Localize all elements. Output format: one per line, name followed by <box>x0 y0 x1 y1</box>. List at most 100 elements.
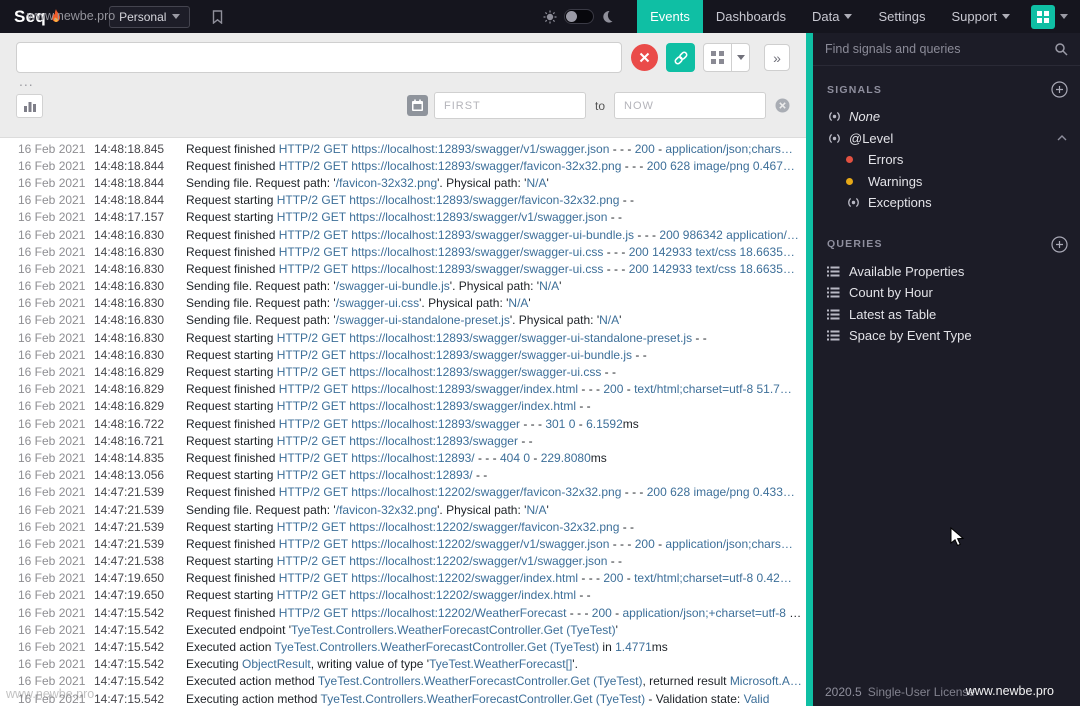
clear-filter-button[interactable] <box>631 44 658 71</box>
signal-icon <box>846 197 868 208</box>
filter-input[interactable] <box>16 42 622 73</box>
nav-dashboards[interactable]: Dashboards <box>703 0 799 33</box>
query-label: Space by Event Type <box>849 328 972 344</box>
event-time: 14:48:18.844 <box>94 175 165 190</box>
event-row[interactable]: 16 Feb 2021 14:48:13.056 Request starting … <box>0 467 806 484</box>
signal-item-exceptions[interactable]: Exceptions <box>813 192 1080 214</box>
toggle-knob <box>566 11 578 22</box>
event-row[interactable]: 16 Feb 2021 14:47:21.539 Sending file. Req… <box>0 501 806 518</box>
query-item-available-properties[interactable]: Available Properties <box>813 261 1080 283</box>
event-message: Request finished HTTP/2 GET https://loca… <box>186 536 793 551</box>
event-time: 14:48:16.830 <box>94 279 165 294</box>
query-label: Count by Hour <box>849 285 933 301</box>
nav-settings[interactable]: Settings <box>865 0 938 33</box>
event-time: 14:48:16.829 <box>94 365 165 380</box>
search-icon[interactable] <box>1054 42 1068 56</box>
event-row[interactable]: 16 Feb 2021 14:47:21.539 Request finished … <box>0 484 806 501</box>
event-row[interactable]: 16 Feb 2021 14:47:21.538 Request starting … <box>0 553 806 570</box>
event-row[interactable]: 16 Feb 2021 14:48:16.722 Request finished … <box>0 415 806 432</box>
event-row[interactable]: 16 Feb 2021 14:48:16.829 Request finished … <box>0 381 806 398</box>
signal-search-input[interactable] <box>825 42 1046 56</box>
right-sidebar: SIGNALS None @Level Errors Warnings Exceptio… <box>813 33 1080 706</box>
event-list[interactable]: 16 Feb 2021 14:48:18.845 Request finished … <box>0 138 806 706</box>
view-options-button[interactable] <box>732 43 750 72</box>
event-time: 14:48:16.830 <box>94 330 165 345</box>
range-from-input[interactable] <box>433 92 586 119</box>
chart-toggle-button[interactable] <box>16 93 43 118</box>
event-row[interactable]: 16 Feb 2021 14:48:16.830 Request finished … <box>0 243 806 260</box>
search-row: » <box>16 42 790 73</box>
event-row[interactable]: 16 Feb 2021 14:47:15.542 Request finished … <box>0 604 806 621</box>
event-row[interactable]: 16 Feb 2021 14:48:18.844 Sending file. Req… <box>0 174 806 191</box>
event-row[interactable]: 16 Feb 2021 14:48:16.830 Sending file. Req… <box>0 295 806 312</box>
add-signal-button[interactable] <box>1051 81 1068 98</box>
collapsed-histogram-toggle[interactable]: ... <box>19 74 790 88</box>
event-time: 14:47:21.539 <box>94 502 165 517</box>
event-date: 16 Feb 2021 <box>18 485 86 500</box>
signal-link-button[interactable] <box>666 43 695 72</box>
event-row[interactable]: 16 Feb 2021 14:47:19.650 Request finished … <box>0 570 806 587</box>
signal-item-warnings[interactable]: Warnings <box>813 171 1080 193</box>
event-row[interactable]: 16 Feb 2021 14:48:16.829 Request starting … <box>0 398 806 415</box>
signal-item-none[interactable]: None <box>813 106 1080 128</box>
add-query-button[interactable] <box>1051 235 1068 253</box>
event-row[interactable]: 16 Feb 2021 14:47:15.542 Executing ObjectR… <box>0 656 806 673</box>
event-message: Request starting HTTP/2 GET https://loca… <box>186 588 591 603</box>
query-table-icon <box>827 309 849 320</box>
query-item-latest-as-table[interactable]: Latest as Table <box>813 304 1080 326</box>
range-to-input[interactable] <box>614 92 766 119</box>
panel-splitter[interactable] <box>806 33 813 706</box>
event-row[interactable]: 16 Feb 2021 14:47:21.539 Request finished … <box>0 535 806 552</box>
event-row[interactable]: 16 Feb 2021 14:48:16.830 Sending file. Req… <box>0 312 806 329</box>
event-row[interactable]: 16 Feb 2021 14:47:15.542 Executed action m… <box>0 673 806 690</box>
event-message: Request starting HTTP/2 GET https://loca… <box>186 399 591 414</box>
event-row[interactable]: 16 Feb 2021 14:48:16.830 Request starting … <box>0 346 806 363</box>
event-time: 14:47:15.542 <box>94 605 165 620</box>
event-row[interactable]: 16 Feb 2021 14:48:18.844 Request finished … <box>0 157 806 174</box>
workspace-selector[interactable]: Personal <box>109 5 191 28</box>
bookmark-icon[interactable] <box>212 9 223 24</box>
dark-theme-icon[interactable] <box>601 10 613 23</box>
query-item-space-by-event-type[interactable]: Space by Event Type <box>813 325 1080 347</box>
event-row[interactable]: 16 Feb 2021 14:48:16.830 Request finished … <box>0 226 806 243</box>
collapse-icon[interactable] <box>1057 135 1067 141</box>
level-dot-icon <box>846 156 868 164</box>
event-row[interactable]: 16 Feb 2021 14:48:16.830 Request starting … <box>0 329 806 346</box>
event-row[interactable]: 16 Feb 2021 14:47:15.542 Executed endpoint… <box>0 621 806 638</box>
user-menu[interactable] <box>1031 4 1068 29</box>
event-row[interactable]: 16 Feb 2021 14:48:16.830 Request finished … <box>0 260 806 277</box>
event-row[interactable]: 16 Feb 2021 14:48:17.157 Request starting … <box>0 209 806 226</box>
event-row[interactable]: 16 Feb 2021 14:48:18.844 Request starting … <box>0 192 806 209</box>
event-row[interactable]: 16 Feb 2021 14:47:15.542 Executed action T… <box>0 638 806 655</box>
event-row[interactable]: 16 Feb 2021 14:48:16.721 Request starting … <box>0 432 806 449</box>
queries-header-row: QUERIES <box>827 235 1068 253</box>
view-grid-button[interactable] <box>703 43 732 72</box>
event-row[interactable]: 16 Feb 2021 14:48:14.835 Request finished … <box>0 449 806 466</box>
event-message: Request finished HTTP/2 GET https://loca… <box>186 261 795 276</box>
event-row[interactable]: 16 Feb 2021 14:47:21.539 Request starting … <box>0 518 806 535</box>
theme-switcher <box>543 9 613 24</box>
query-item-count-by-hour[interactable]: Count by Hour <box>813 282 1080 304</box>
nav-support[interactable]: Support <box>938 0 1023 33</box>
event-date: 16 Feb 2021 <box>18 588 86 603</box>
event-date: 16 Feb 2021 <box>18 141 86 156</box>
expand-panel-button[interactable]: » <box>764 44 790 71</box>
event-message: Request finished HTTP/2 GET https://loca… <box>186 485 795 500</box>
signal-icon <box>827 111 849 122</box>
event-row[interactable]: 16 Feb 2021 14:48:16.829 Request starting … <box>0 363 806 380</box>
event-row[interactable]: 16 Feb 2021 14:48:16.830 Sending file. Req… <box>0 278 806 295</box>
event-row[interactable]: 16 Feb 2021 14:47:15.542 Executing action … <box>0 690 806 706</box>
signal-item-errors[interactable]: Errors <box>813 149 1080 171</box>
event-row[interactable]: 16 Feb 2021 14:48:18.845 Request finished … <box>0 140 806 157</box>
event-date: 16 Feb 2021 <box>18 399 86 414</box>
event-row[interactable]: 16 Feb 2021 14:47:19.650 Request starting … <box>0 587 806 604</box>
signal-item-level[interactable]: @Level <box>813 128 1080 150</box>
calendar-icon[interactable] <box>406 95 428 116</box>
event-message: Executing ObjectResult, writing value of… <box>186 657 578 672</box>
light-theme-icon[interactable] <box>543 10 557 24</box>
nav-events[interactable]: Events <box>637 0 703 33</box>
nav-data[interactable]: Data <box>799 0 865 33</box>
theme-toggle[interactable] <box>564 9 595 24</box>
clear-range-icon[interactable] <box>775 98 790 113</box>
nav-label: Dashboards <box>715 9 786 24</box>
